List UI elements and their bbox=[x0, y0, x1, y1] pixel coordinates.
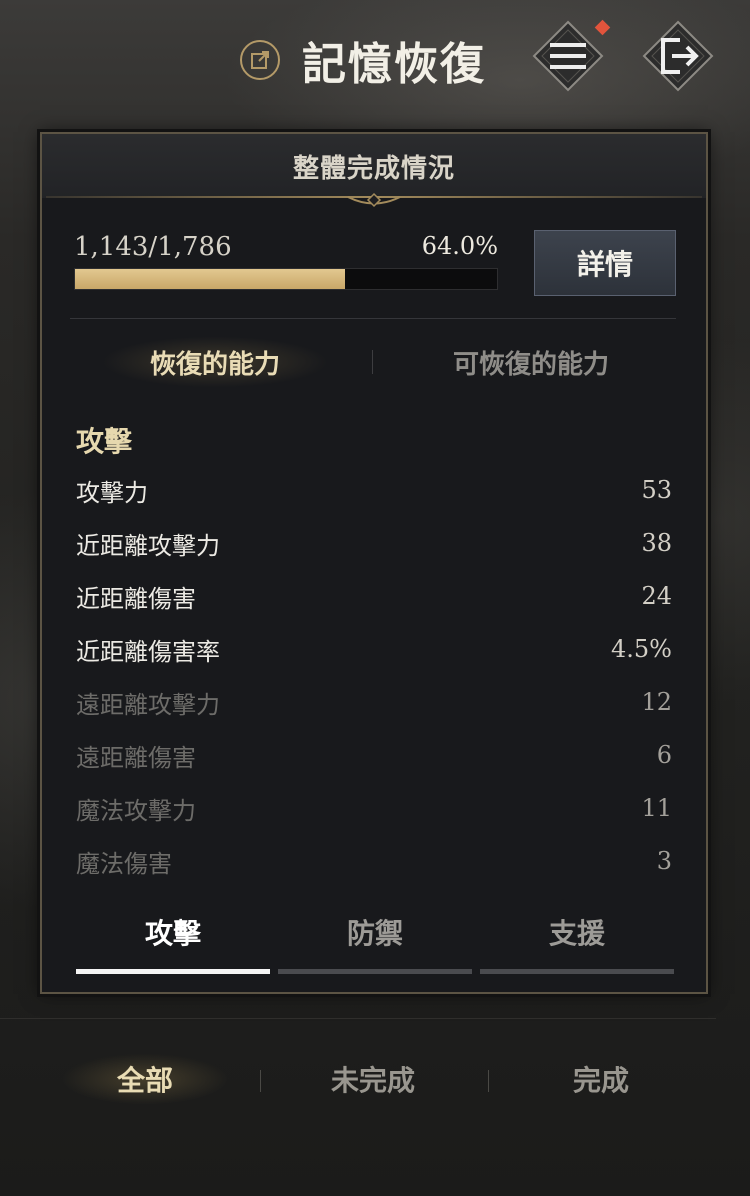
tab-label: 支援 bbox=[548, 917, 605, 950]
stat-row: 遠距離傷害 6 bbox=[76, 735, 672, 775]
stat-name: 近距離傷害 bbox=[76, 584, 196, 613]
stat-value: 3 bbox=[656, 847, 672, 875]
stat-row: 近距離攻擊力 38 bbox=[76, 523, 672, 563]
filter-incomplete[interactable]: 未完成 bbox=[258, 1044, 488, 1114]
progress-percent: 64.0% bbox=[421, 232, 498, 260]
tab-support[interactable]: 支援 bbox=[480, 904, 674, 974]
stat-name: 魔法傷害 bbox=[76, 849, 172, 878]
completion-panel: 整體完成情況 1,143/1,786 64.0% 詳情 恢復的能力 可恢復的能力… bbox=[40, 132, 708, 994]
tab-defense[interactable]: 防禦 bbox=[278, 904, 472, 974]
stat-row: 攻擊力 53 bbox=[76, 470, 672, 510]
external-link-icon[interactable] bbox=[240, 40, 280, 80]
exit-button[interactable] bbox=[640, 18, 716, 94]
stat-row: 魔法傷害 3 bbox=[76, 841, 672, 881]
stat-name: 近距離攻擊力 bbox=[76, 531, 220, 560]
stat-row: 近距離傷害 24 bbox=[76, 576, 672, 616]
category-tabs: 攻擊 防禦 支援 bbox=[76, 904, 674, 974]
exit-icon bbox=[642, 20, 714, 92]
stat-row: 近距離傷害率 4.5% bbox=[76, 629, 672, 669]
stat-value: 12 bbox=[641, 688, 672, 716]
stat-value: 53 bbox=[641, 476, 672, 504]
filter-all[interactable]: 全部 bbox=[30, 1044, 260, 1114]
stat-value: 4.5% bbox=[611, 635, 672, 663]
tab-attack[interactable]: 攻擊 bbox=[76, 904, 270, 974]
stat-value: 11 bbox=[641, 794, 672, 822]
stat-row: 遠距離攻擊力 12 bbox=[76, 682, 672, 722]
filter-tabs: 全部 未完成 完成 bbox=[30, 1044, 720, 1114]
progress-bar bbox=[74, 268, 498, 290]
stat-name: 遠距離傷害 bbox=[76, 743, 196, 772]
title-area: 記憶恢復 bbox=[240, 30, 486, 90]
panel-header: 整體完成情況 bbox=[42, 134, 706, 198]
page-title: 記憶恢復 bbox=[302, 39, 486, 90]
tab-restorable-abilities[interactable]: 可恢復的能力 bbox=[386, 330, 676, 394]
stat-value: 6 bbox=[656, 741, 672, 769]
panel-title: 整體完成情況 bbox=[292, 153, 455, 184]
progress-count: 1,143/1,786 bbox=[74, 232, 232, 262]
section-title: 攻擊 bbox=[76, 425, 133, 458]
menu-icon bbox=[532, 20, 604, 92]
stat-name: 遠距離攻擊力 bbox=[76, 690, 220, 719]
progress-bar-fill bbox=[75, 269, 346, 289]
ornament-icon bbox=[347, 192, 401, 208]
menu-button[interactable] bbox=[530, 18, 611, 94]
stat-row: 魔法攻擊力 11 bbox=[76, 788, 672, 828]
filter-complete[interactable]: 完成 bbox=[486, 1044, 716, 1114]
tab-divider bbox=[372, 350, 373, 374]
stat-name: 近距離傷害率 bbox=[76, 637, 220, 666]
stat-name: 攻擊力 bbox=[76, 478, 148, 507]
divider bbox=[70, 318, 676, 319]
bottom-divider bbox=[0, 1018, 716, 1019]
stat-name: 魔法攻擊力 bbox=[76, 796, 196, 825]
stat-value: 38 bbox=[641, 529, 672, 557]
ability-tabs: 恢復的能力 可恢復的能力 bbox=[70, 330, 676, 394]
tab-indicator bbox=[76, 969, 270, 974]
detail-button[interactable]: 詳情 bbox=[534, 230, 676, 296]
tab-restored-abilities[interactable]: 恢復的能力 bbox=[70, 330, 360, 394]
header-bar: 記憶恢復 bbox=[0, 0, 750, 120]
tab-indicator bbox=[278, 969, 472, 974]
stat-value: 24 bbox=[641, 582, 672, 610]
tab-indicator bbox=[480, 969, 674, 974]
tab-label: 防禦 bbox=[346, 917, 403, 950]
tab-label: 攻擊 bbox=[144, 917, 201, 950]
